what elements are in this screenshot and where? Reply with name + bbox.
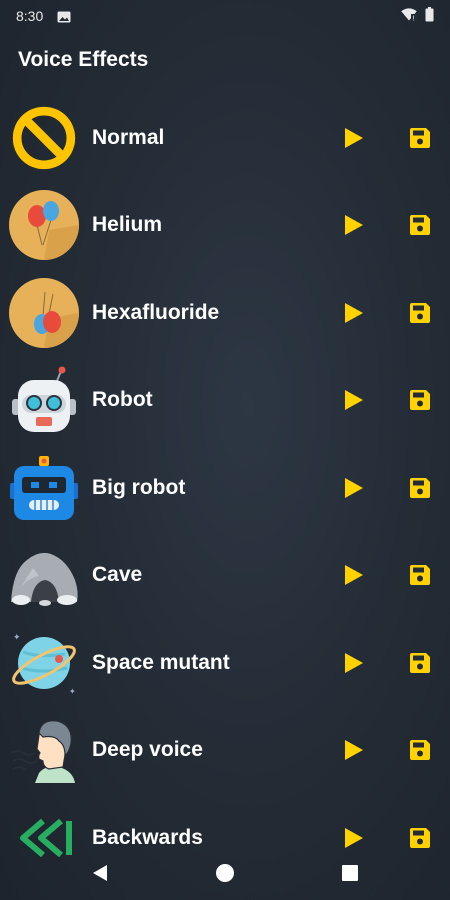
effect-label: Robot [92, 388, 153, 412]
save-button[interactable] [406, 736, 434, 764]
effect-row-cave[interactable]: Cave [0, 532, 450, 620]
play-button[interactable] [340, 299, 368, 327]
recents-icon[interactable] [335, 858, 365, 888]
big-robot-icon [9, 453, 79, 523]
no-effect-icon [9, 103, 79, 173]
status-time: 8:30 [16, 8, 44, 24]
effect-row-robot[interactable]: Robot [0, 357, 450, 445]
planet-icon: ✦ ✦ [9, 628, 79, 698]
battery-icon [425, 7, 434, 25]
play-button[interactable] [340, 386, 368, 414]
play-button[interactable] [340, 649, 368, 677]
status-right-icons: ! [401, 7, 434, 25]
effect-label: Normal [92, 125, 165, 149]
effect-label: Helium [92, 213, 163, 237]
effect-label: Hexafluoride [92, 300, 220, 324]
effect-label: Cave [92, 563, 143, 587]
play-button[interactable] [340, 561, 368, 589]
page-title: Voice Effects [18, 48, 149, 71]
save-button[interactable] [406, 299, 434, 327]
svg-text:✦: ✦ [69, 687, 76, 696]
system-nav-bar [0, 846, 450, 900]
save-button[interactable] [406, 474, 434, 502]
effect-row-helium[interactable]: Helium [0, 182, 450, 270]
effect-label: Big robot [92, 475, 186, 499]
deep-voice-icon [9, 715, 79, 785]
save-button[interactable] [406, 211, 434, 239]
effect-label: Space mutant [92, 650, 230, 674]
play-button[interactable] [340, 124, 368, 152]
status-bar: 8:30 ! [0, 0, 450, 32]
effect-row-big-robot[interactable]: Big robot [0, 444, 450, 532]
save-button[interactable] [406, 561, 434, 589]
wifi-icon: ! [401, 8, 417, 24]
image-notification-icon [57, 10, 71, 23]
effect-row-hexafluoride[interactable]: Hexafluoride [0, 269, 450, 357]
cave-icon [9, 540, 79, 610]
robot-icon [9, 365, 79, 435]
svg-text:✦: ✦ [13, 633, 21, 643]
hexafluoride-balloons-icon [9, 277, 79, 348]
voice-effect-list: Normal Helium Hexafluoride Robot Big rob… [0, 94, 450, 882]
svg-text:!: ! [412, 15, 415, 22]
effect-label: Deep voice [92, 738, 203, 762]
home-icon[interactable] [210, 858, 240, 888]
play-button[interactable] [340, 211, 368, 239]
effect-row-deep-voice[interactable]: Deep voice [0, 707, 450, 795]
save-button[interactable] [406, 124, 434, 152]
effect-row-space-mutant[interactable]: ✦ ✦ Space mutant [0, 619, 450, 707]
play-button[interactable] [340, 736, 368, 764]
helium-balloons-icon [9, 190, 79, 261]
back-icon[interactable] [85, 858, 115, 888]
save-button[interactable] [406, 649, 434, 677]
play-button[interactable] [340, 474, 368, 502]
effect-row-normal[interactable]: Normal [0, 94, 450, 182]
save-button[interactable] [406, 386, 434, 414]
